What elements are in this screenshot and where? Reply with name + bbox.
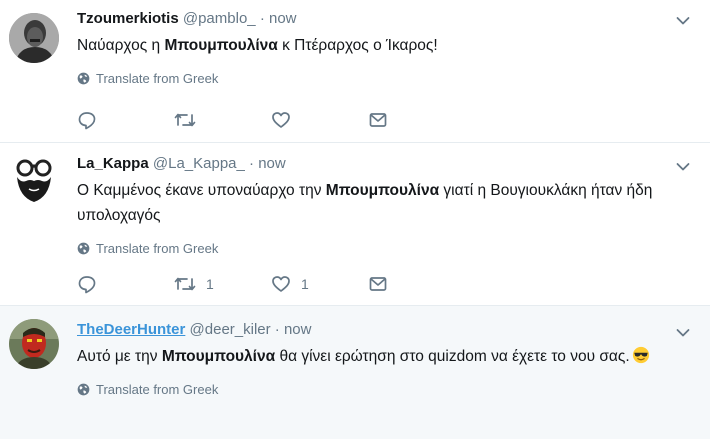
painted-face-avatar-icon [9, 319, 59, 369]
avatar[interactable] [9, 319, 59, 369]
author-name[interactable]: TheDeerHunter [77, 321, 185, 338]
tweet-text-part: Ο Καμμένος έκανε υποναύαρχο την [77, 182, 326, 199]
translate-link[interactable]: Translate from Greek [77, 69, 670, 87]
avatar[interactable] [9, 13, 59, 63]
globe-icon [77, 72, 90, 84]
tweet-header: Tzoumerkiotis @pamblo_ · now [77, 8, 670, 30]
sunglasses-emoji-icon [632, 346, 649, 364]
reply-button[interactable] [77, 272, 174, 296]
tweet-timeline: Tzoumerkiotis @pamblo_ · now Ναύαρχος η … [0, 0, 710, 439]
tweet-text: Ναύαρχος η Μπουμπουλίνα κ Πτέραρχος ο Ίκ… [77, 33, 670, 58]
message-button[interactable] [368, 108, 465, 132]
retweet-count: 1 [206, 276, 214, 292]
retweet-button[interactable]: 1 [174, 272, 271, 296]
like-button[interactable]: 1 [271, 272, 368, 296]
tweet[interactable]: La_Kappa @La_Kappa_ · now Ο Καμμένος έκα… [0, 143, 710, 306]
reply-icon [78, 276, 96, 294]
avatar[interactable] [9, 155, 59, 205]
tweet-text-bold: Μπουμπουλίνα [164, 37, 278, 54]
tweet-text: Ο Καμμένος έκανε υποναύαρχο την Μπουμπου… [77, 178, 670, 228]
envelope-icon [369, 113, 387, 127]
globe-icon [77, 242, 90, 254]
translate-label: Translate from Greek [96, 70, 219, 86]
tweet-text-part: θα γίνει ερώτηση στο quizdom να έχετε το… [275, 348, 630, 365]
heart-icon [272, 112, 290, 128]
like-count: 1 [301, 276, 309, 292]
tweet-time[interactable]: now [284, 321, 312, 338]
tweet-actions: 1 1 [77, 272, 465, 296]
translate-label: Translate from Greek [96, 381, 219, 397]
globe-icon [77, 383, 90, 395]
separator-dot: · [259, 10, 265, 27]
tweet[interactable]: Tzoumerkiotis @pamblo_ · now Ναύαρχος η … [0, 0, 710, 143]
envelope-icon [369, 277, 387, 291]
like-button[interactable] [271, 108, 368, 132]
tweet-time[interactable]: now [269, 10, 297, 27]
tweet-time[interactable]: now [258, 155, 286, 172]
author-name[interactable]: La_Kappa [77, 155, 149, 172]
retweet-icon [174, 113, 196, 127]
reply-icon [78, 112, 96, 130]
tweet[interactable]: TheDeerHunter @deer_kiler · now Αυτό με … [0, 306, 710, 439]
glasses-beard-avatar-icon [9, 155, 59, 205]
tweet-content: Tzoumerkiotis @pamblo_ · now Ναύαρχος η … [77, 8, 670, 87]
retweet-icon [174, 277, 196, 291]
man-portrait-avatar-icon [9, 13, 59, 63]
message-button[interactable] [368, 272, 465, 296]
tweet-actions [77, 108, 465, 132]
reply-button[interactable] [77, 108, 174, 132]
chevron-down-icon[interactable] [676, 16, 690, 26]
tweet-text-bold: Μπουμπουλίνα [161, 348, 276, 365]
translate-link[interactable]: Translate from Greek [77, 380, 670, 398]
author-handle[interactable]: @pamblo_ [183, 10, 256, 27]
tweet-header: TheDeerHunter @deer_kiler · now [77, 319, 670, 341]
separator-dot: · [249, 155, 255, 172]
tweet-text-part: Ναύαρχος η [77, 37, 165, 54]
author-handle[interactable]: @La_Kappa_ [153, 155, 245, 172]
tweet-text-bold: Μπουμπουλίνα [325, 182, 440, 199]
author-name[interactable]: Tzoumerkiotis [77, 10, 179, 27]
tweet-header: La_Kappa @La_Kappa_ · now [77, 153, 670, 175]
tweet-text-part: κ Πτέραρχος ο Ίκαρος! [277, 37, 438, 54]
author-handle[interactable]: @deer_kiler [190, 321, 271, 338]
tweet-content: La_Kappa @La_Kappa_ · now Ο Καμμένος έκα… [77, 153, 670, 257]
tweet-content: TheDeerHunter @deer_kiler · now Αυτό με … [77, 319, 670, 398]
translate-label: Translate from Greek [96, 240, 219, 256]
chevron-down-icon[interactable] [676, 162, 690, 172]
separator-dot: · [274, 321, 280, 338]
heart-icon [272, 276, 290, 292]
retweet-button[interactable] [174, 108, 271, 132]
chevron-down-icon[interactable] [676, 328, 690, 338]
tweet-text: Αυτό με την Μπουμπουλίνα θα γίνει ερώτησ… [77, 344, 670, 369]
translate-link[interactable]: Translate from Greek [77, 239, 670, 257]
tweet-text-part: Αυτό με την [77, 348, 162, 365]
